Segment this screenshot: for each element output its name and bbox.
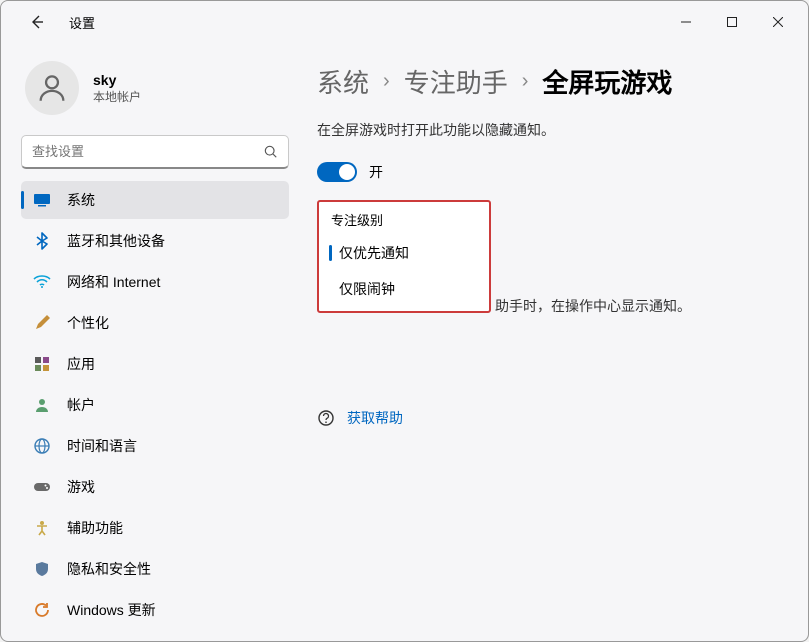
apps-icon: [33, 355, 51, 373]
person-icon: [35, 71, 69, 105]
user-block[interactable]: sky 本地帐户: [21, 55, 289, 129]
maximize-icon: [727, 17, 737, 27]
accessibility-icon: [33, 519, 51, 537]
globe-icon: [33, 437, 51, 455]
nav-list: 系统 蓝牙和其他设备 网络和 Internet: [21, 181, 289, 641]
nav-label: 隐私和安全性: [67, 559, 151, 579]
nav-label: 系统: [67, 190, 95, 210]
minimize-button[interactable]: [664, 7, 708, 37]
titlebar: 设置: [1, 1, 808, 43]
wifi-icon: [33, 273, 51, 291]
toggle-switch[interactable]: [317, 162, 357, 182]
update-icon: [33, 601, 51, 619]
focus-level-dropdown[interactable]: 专注级别 仅优先通知 仅限闹钟: [317, 200, 491, 313]
nav-label: 蓝牙和其他设备: [67, 231, 165, 251]
nav-item-time-language[interactable]: 时间和语言: [21, 427, 289, 465]
window-controls: [664, 7, 800, 37]
breadcrumb: 系统 › 专注助手 › 全屏玩游戏: [317, 63, 778, 100]
nav-item-accessibility[interactable]: 辅助功能: [21, 509, 289, 547]
dropdown-option-priority[interactable]: 仅优先通知: [319, 235, 489, 271]
shield-icon: [33, 560, 51, 578]
nav-label: 帐户: [67, 395, 95, 415]
toggle-row: 开: [317, 162, 778, 182]
back-arrow-icon: [29, 14, 45, 30]
nav-label: 网络和 Internet: [67, 272, 160, 292]
checkbox-hint-row: 助手时，在操作中心显示通知。: [489, 296, 691, 316]
nav-label: 时间和语言: [67, 436, 137, 456]
person-icon: [33, 396, 51, 414]
page-description: 在全屏游戏时打开此功能以隐藏通知。: [317, 120, 778, 140]
nav-label: Windows 更新: [67, 600, 156, 620]
breadcrumb-current: 全屏玩游戏: [542, 63, 672, 100]
main-content: 系统 › 专注助手 › 全屏玩游戏 在全屏游戏时打开此功能以隐藏通知。 开 专注…: [301, 43, 808, 641]
help-label: 获取帮助: [347, 408, 403, 428]
nav-label: 辅助功能: [67, 518, 123, 538]
search-icon: [264, 145, 278, 159]
bluetooth-icon: [33, 232, 51, 250]
chevron-right-icon: ›: [383, 70, 390, 93]
close-button[interactable]: [756, 7, 800, 37]
nav-item-gaming[interactable]: 游戏: [21, 468, 289, 506]
option-label: 仅限闹钟: [339, 279, 395, 299]
toggle-state-label: 开: [369, 162, 383, 182]
nav-item-privacy[interactable]: 隐私和安全性: [21, 550, 289, 588]
sidebar: sky 本地帐户 系统 蓝牙和其他设: [1, 43, 301, 641]
nav-label: 个性化: [67, 313, 109, 333]
hint-text: 助手时，在操作中心显示通知。: [489, 296, 691, 316]
nav-item-personalization[interactable]: 个性化: [21, 304, 289, 342]
maximize-button[interactable]: [710, 7, 754, 37]
close-icon: [773, 17, 783, 27]
nav-label: 游戏: [67, 477, 95, 497]
user-subtitle: 本地帐户: [93, 88, 141, 105]
nav-item-accounts[interactable]: 帐户: [21, 386, 289, 424]
nav-item-system[interactable]: 系统: [21, 181, 289, 219]
user-name: sky: [93, 72, 141, 88]
gamepad-icon: [33, 478, 51, 496]
search-input[interactable]: [32, 144, 264, 159]
avatar: [25, 61, 79, 115]
dropdown-option-alarms[interactable]: 仅限闹钟: [319, 271, 489, 307]
search-box[interactable]: [21, 135, 289, 169]
display-icon: [33, 191, 51, 209]
get-help-link[interactable]: 获取帮助: [317, 408, 778, 428]
help-icon: [317, 409, 335, 427]
back-button[interactable]: [21, 6, 53, 38]
dropdown-title: 专注级别: [319, 202, 489, 235]
nav-item-windows-update[interactable]: Windows 更新: [21, 591, 289, 629]
brush-icon: [33, 314, 51, 332]
chevron-right-icon: ›: [522, 70, 529, 93]
nav-label: 应用: [67, 354, 95, 374]
window-title: 设置: [69, 13, 95, 32]
option-label: 仅优先通知: [339, 243, 409, 263]
minimize-icon: [681, 17, 691, 27]
breadcrumb-focus-assist[interactable]: 专注助手: [404, 63, 508, 100]
nav-item-apps[interactable]: 应用: [21, 345, 289, 383]
nav-item-network[interactable]: 网络和 Internet: [21, 263, 289, 301]
breadcrumb-system[interactable]: 系统: [317, 63, 369, 100]
nav-item-bluetooth[interactable]: 蓝牙和其他设备: [21, 222, 289, 260]
